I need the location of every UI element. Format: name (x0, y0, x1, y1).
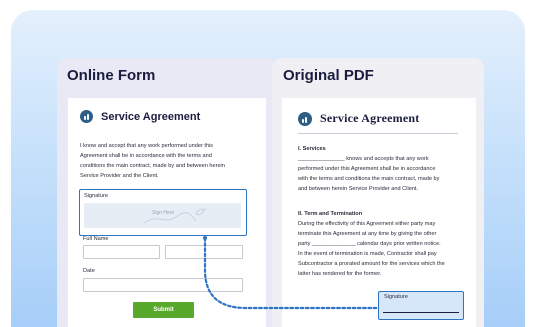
section2-line: During the effectivity of this Agreement… (298, 221, 436, 227)
agreement-line: conditions the main contract, made by an… (80, 163, 225, 169)
section1-heading: I. Services (298, 146, 326, 152)
section1-text: _______________ knows and accepts that a… (298, 154, 476, 194)
signature-pad[interactable]: Sign Here (84, 203, 241, 228)
agreement-line: Service Provider and the Client. (80, 173, 159, 179)
section1-line: performed under this Agreement shall be … (298, 166, 436, 172)
signature-label: Signature (84, 193, 108, 199)
section2-line: terminate this Agreement at any time by … (298, 231, 437, 237)
last-name-field[interactable] (165, 245, 243, 259)
section2-heading: II. Term and Termination (298, 211, 363, 217)
pdf-signature-label: Signature (384, 294, 408, 300)
original-pdf-title: Original PDF (283, 67, 374, 84)
section2-text: During the effectivity of this Agreement… (298, 219, 476, 279)
pdf-signature-field[interactable]: Signature (378, 291, 464, 320)
original-pdf-doc-header: Service Agreement (298, 111, 419, 126)
first-name-field[interactable] (83, 245, 160, 259)
company-logo-icon (80, 110, 93, 123)
section2-line: latter has rendered for the former. (298, 271, 382, 277)
original-pdf-panel: Original PDF Service Agreement I. Servic… (272, 58, 484, 327)
signature-field[interactable]: Signature Sign Here (79, 189, 247, 236)
agreement-line: I know and accept that any work performe… (80, 143, 214, 149)
section1-line: and between herein Service Provider and … (298, 186, 419, 192)
section2-line: In the event of termination is made, Con… (298, 251, 437, 257)
date-field[interactable] (83, 278, 243, 292)
online-form-doc-header: Service Agreement (80, 110, 200, 123)
signature-scribble-icon (143, 208, 207, 224)
online-form-doc-title: Service Agreement (101, 110, 201, 123)
online-form-agreement-text: I know and accept that any work performe… (80, 141, 260, 181)
section1-line: with the terms and conditions the main c… (298, 176, 440, 182)
online-form-title: Online Form (67, 67, 156, 84)
title-divider (298, 133, 458, 134)
original-pdf-doc-title: Service Agreement (320, 111, 420, 125)
pdf-signature-line (383, 312, 459, 313)
submit-button[interactable]: Submit (133, 302, 194, 318)
section2-line: Subcontractor a prorated amount for the … (298, 261, 445, 267)
full-name-label: Full Name (83, 236, 109, 242)
company-logo-icon (298, 111, 312, 126)
date-label: Date (83, 268, 95, 274)
agreement-line: Agreement shall be in accordance with th… (80, 153, 212, 159)
section2-line: party ______________ calendar days prior… (298, 241, 441, 247)
section1-line: _______________ knows and accepts that a… (298, 156, 429, 162)
